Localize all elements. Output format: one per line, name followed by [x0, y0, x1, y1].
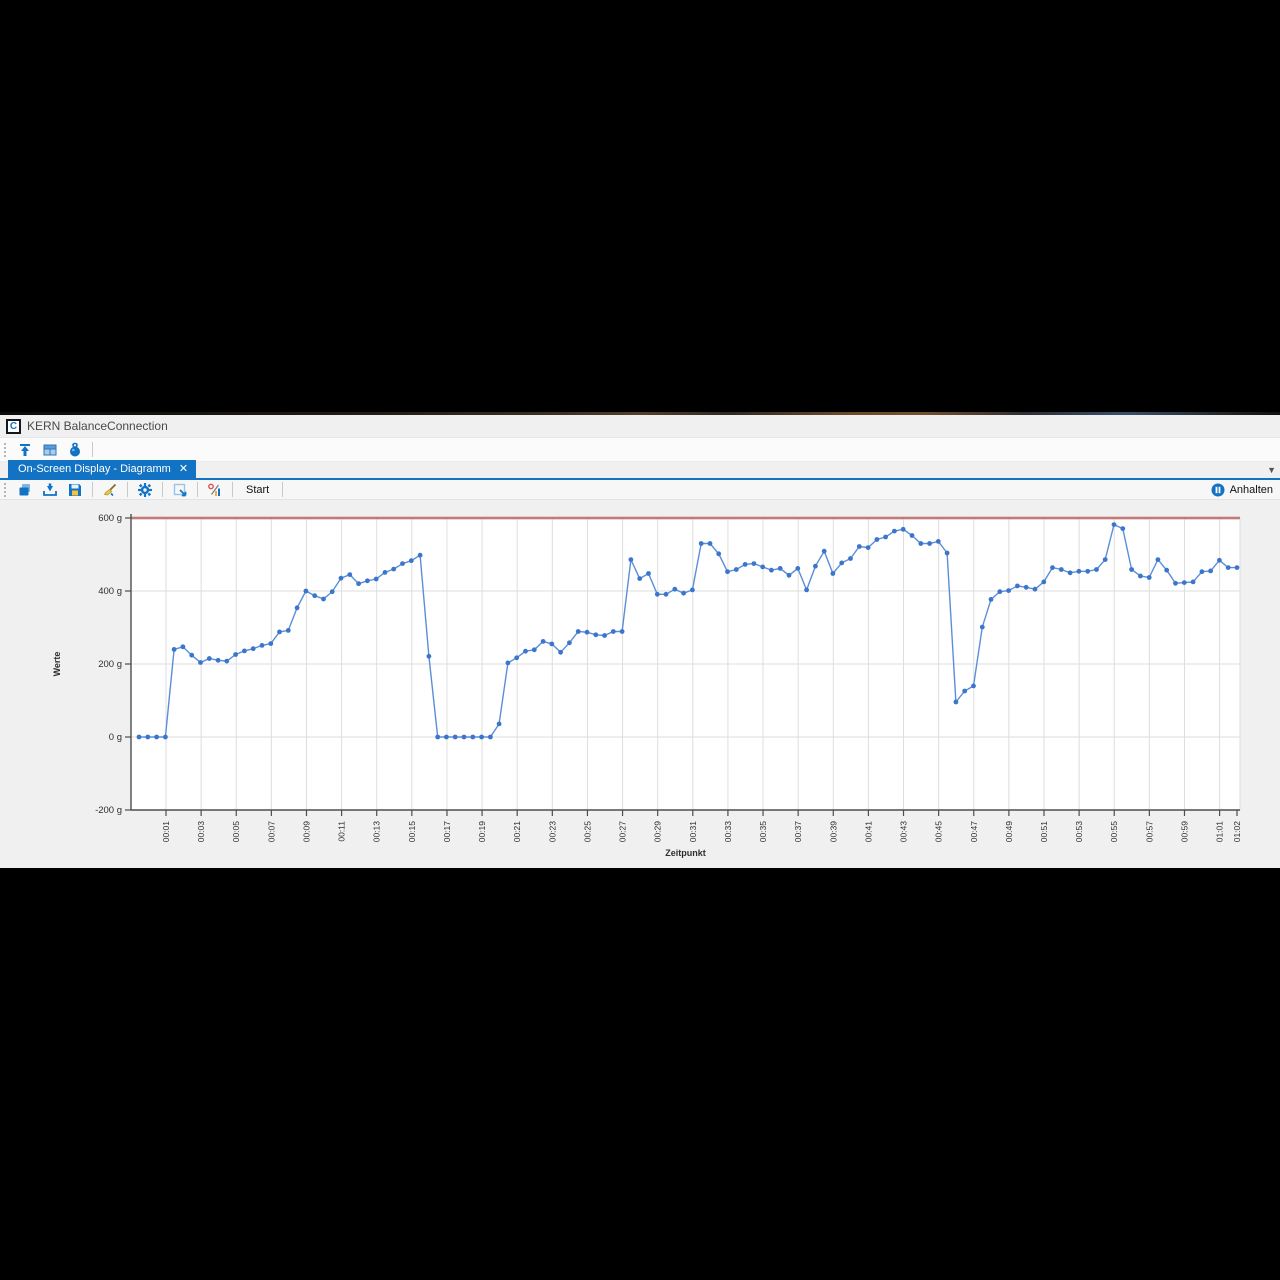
- svg-text:00:29: 00:29: [653, 821, 663, 843]
- svg-text:00:55: 00:55: [1109, 821, 1119, 843]
- clear-button[interactable]: [100, 481, 120, 499]
- y-axis-title: Werte: [52, 652, 62, 677]
- svg-text:00:11: 00:11: [337, 821, 347, 842]
- statistics-button[interactable]: [205, 481, 225, 499]
- svg-text:00:31: 00:31: [688, 821, 698, 843]
- main-toolbar: [0, 438, 1280, 462]
- svg-text:00:51: 00:51: [1039, 821, 1049, 843]
- svg-text:00:19: 00:19: [477, 821, 487, 843]
- svg-text:400 g: 400 g: [98, 586, 122, 597]
- svg-text:00:33: 00:33: [723, 821, 733, 843]
- copy-icon: [17, 482, 33, 498]
- tab-onscreen-display-diagramm[interactable]: On-Screen Display - Diagramm ✕: [8, 460, 196, 478]
- tab-bar: On-Screen Display - Diagramm ✕ ▼: [0, 462, 1280, 480]
- tab-list-dropdown-icon[interactable]: ▼: [1267, 465, 1276, 475]
- svg-text:200 g: 200 g: [98, 659, 122, 670]
- svg-text:00:49: 00:49: [1004, 821, 1014, 843]
- pause-icon: [1211, 483, 1225, 497]
- svg-text:00:39: 00:39: [828, 821, 838, 843]
- save-button[interactable]: [65, 481, 85, 499]
- tab-label: On-Screen Display - Diagramm: [18, 463, 171, 475]
- svg-text:00:41: 00:41: [863, 821, 873, 843]
- line-chart: 600 g400 g200 g0 g-200 g00:0100:0300:050…: [0, 500, 1280, 868]
- svg-text:00:23: 00:23: [547, 821, 557, 843]
- upload-icon: [17, 442, 33, 458]
- statistics-icon: [207, 482, 223, 498]
- svg-text:600 g: 600 g: [98, 513, 122, 524]
- svg-text:00:45: 00:45: [934, 821, 944, 843]
- chart-area: 600 g400 g200 g0 g-200 g00:0100:0300:050…: [0, 500, 1280, 868]
- x-axis-labels: 00:01 00:03 00:05 00:07 00:09 00:11 00:13 00:15…: [161, 810, 1242, 842]
- svg-text:00:53: 00:53: [1074, 821, 1084, 843]
- chart-toolbar: Start Anhalten: [0, 480, 1280, 500]
- svg-text:00:27: 00:27: [618, 821, 628, 843]
- svg-text:00:03: 00:03: [196, 821, 206, 843]
- import-button[interactable]: [40, 481, 60, 499]
- svg-text:00:35: 00:35: [758, 821, 768, 843]
- svg-text:00:17: 00:17: [442, 821, 452, 843]
- app-window: C KERN BalanceConnection: [0, 412, 1280, 868]
- toolbar-separator: [92, 482, 93, 497]
- y-axis-labels: 600 g 400 g 200 g 0 g -200 g: [95, 513, 131, 816]
- svg-text:00:43: 00:43: [899, 821, 909, 843]
- export-icon: [172, 482, 188, 498]
- start-button[interactable]: Start: [240, 482, 275, 498]
- stop-button[interactable]: Anhalten: [1211, 483, 1276, 497]
- toolbar-separator: [282, 482, 283, 497]
- table-view-button[interactable]: [40, 441, 60, 459]
- svg-text:00:09: 00:09: [301, 821, 311, 843]
- import-icon: [42, 482, 58, 498]
- title-bar: C KERN BalanceConnection: [0, 415, 1280, 438]
- svg-text:01:01: 01:01: [1215, 821, 1225, 843]
- gear-icon: [137, 482, 153, 498]
- svg-text:-200 g: -200 g: [95, 805, 122, 816]
- svg-text:00:25: 00:25: [582, 821, 592, 843]
- export-snapshot-button[interactable]: [170, 481, 190, 499]
- svg-text:00:15: 00:15: [407, 821, 417, 843]
- toolbar-grip: [4, 483, 8, 497]
- svg-text:00:07: 00:07: [266, 821, 276, 843]
- table-icon: [42, 442, 58, 458]
- save-icon: [67, 482, 83, 498]
- device-upload-button[interactable]: [15, 441, 35, 459]
- svg-text:00:37: 00:37: [793, 821, 803, 843]
- svg-text:00:59: 00:59: [1179, 821, 1189, 843]
- app-logo-icon: C: [6, 419, 21, 434]
- desktop-background: C KERN BalanceConnection: [0, 0, 1280, 1280]
- svg-text:00:05: 00:05: [231, 821, 241, 843]
- toolbar-separator: [127, 482, 128, 497]
- x-axis-title: Zeitpunkt: [665, 848, 706, 858]
- stop-button-label: Anhalten: [1230, 484, 1273, 496]
- svg-text:00:13: 00:13: [372, 821, 382, 843]
- toolbar-separator: [92, 442, 93, 457]
- svg-text:00:21: 00:21: [512, 821, 522, 843]
- copy-button[interactable]: [15, 481, 35, 499]
- settings-button[interactable]: [135, 481, 155, 499]
- toolbar-grip: [4, 443, 8, 457]
- scale-weight-button[interactable]: [65, 441, 85, 459]
- tab-close-icon[interactable]: ✕: [179, 464, 188, 475]
- svg-text:0 g: 0 g: [109, 732, 122, 743]
- svg-text:01:02: 01:02: [1232, 821, 1242, 843]
- weight-icon: [67, 442, 83, 458]
- toolbar-separator: [197, 482, 198, 497]
- window-title: KERN BalanceConnection: [27, 419, 168, 433]
- svg-text:00:01: 00:01: [161, 821, 171, 843]
- svg-text:00:47: 00:47: [969, 821, 979, 843]
- toolbar-separator: [232, 482, 233, 497]
- svg-text:00:57: 00:57: [1144, 821, 1154, 843]
- toolbar-separator: [162, 482, 163, 497]
- broom-icon: [102, 482, 118, 498]
